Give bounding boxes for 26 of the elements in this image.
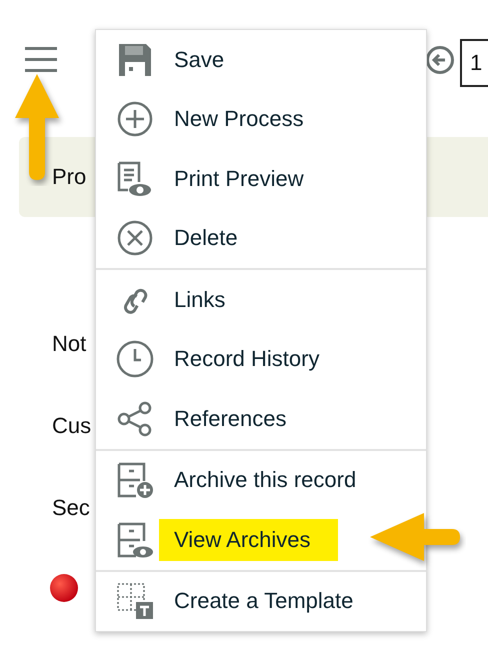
plus-circle-icon	[116, 100, 154, 138]
field-label: Not	[52, 331, 86, 357]
document-eye-icon	[116, 160, 154, 198]
menu-item[interactable]: Create a Template	[96, 572, 426, 631]
menu-item[interactable]: Record History	[96, 330, 426, 389]
close-circle-icon	[116, 219, 154, 258]
back-icon[interactable]	[425, 45, 455, 75]
menu-item[interactable]: Links	[96, 270, 426, 330]
menu-item[interactable]: View Archives	[96, 510, 426, 570]
cabinet-eye-icon	[116, 520, 154, 559]
menu-icon[interactable]	[25, 47, 57, 73]
menu-item[interactable]: References	[96, 389, 426, 448]
menu-item[interactable]: Archive this record	[96, 450, 426, 510]
field-label: Cus	[52, 413, 92, 439]
ball-icon	[49, 573, 79, 603]
menu-item[interactable]: Print Preview	[96, 149, 426, 208]
menu-item[interactable]: Delete	[96, 208, 426, 268]
menu-item[interactable]: Save	[96, 30, 426, 90]
input-field[interactable]: 1	[460, 39, 488, 87]
clock-icon	[116, 340, 154, 378]
template-icon	[116, 582, 154, 620]
cabinet-plus-icon	[116, 461, 154, 500]
field-label: Sec	[52, 495, 90, 521]
menu-item[interactable]: New Process	[96, 90, 426, 149]
banner-text: Pro	[52, 164, 86, 190]
share-icon	[116, 400, 154, 438]
